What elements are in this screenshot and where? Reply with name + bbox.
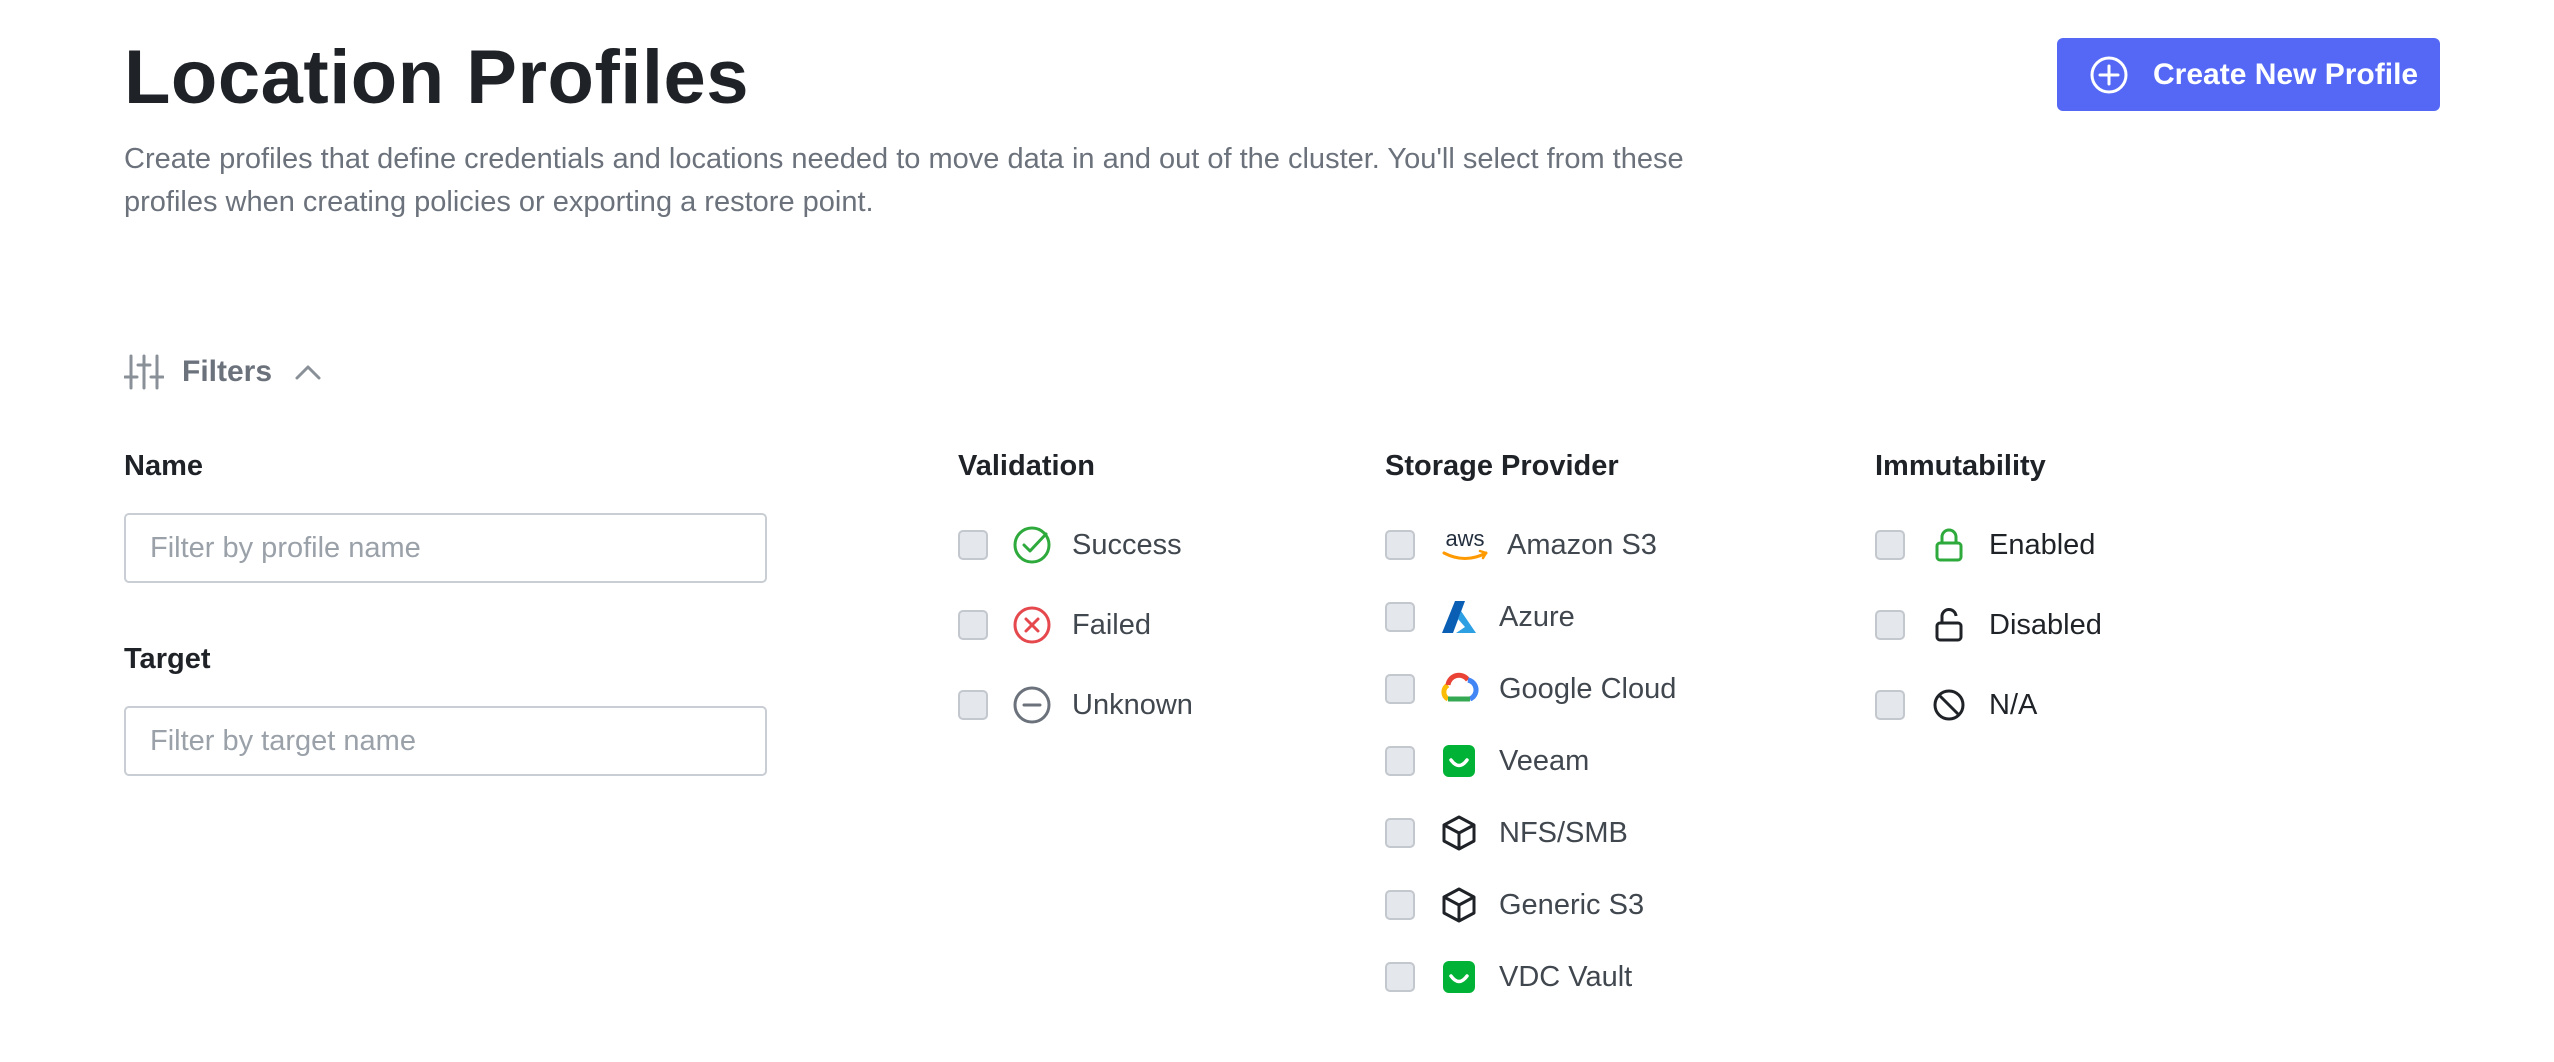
create-new-profile-button[interactable]: Create New Profile xyxy=(2057,38,2440,111)
plus-circle-icon xyxy=(2090,56,2128,93)
storage-option-amazon-s3[interactable]: aws Amazon S3 xyxy=(1385,523,1657,567)
option-label: VDC Vault xyxy=(1499,960,1633,993)
unlock-icon xyxy=(1929,605,1969,645)
immutability-option-na[interactable]: N/A xyxy=(1875,683,2037,727)
storage-option-vdc-vault[interactable]: VDC Vault xyxy=(1385,955,1632,999)
page-description: Create profiles that define credentials … xyxy=(124,143,1684,218)
name-filter-label: Name xyxy=(124,450,203,482)
option-label: NFS/SMB xyxy=(1499,816,1628,849)
sliders-icon xyxy=(124,354,164,390)
option-label: N/A xyxy=(1989,688,2038,721)
storage-option-generic-s3[interactable]: Generic S3 xyxy=(1385,883,1644,927)
option-label: Success xyxy=(1072,528,1182,561)
validation-option-success[interactable]: Success xyxy=(958,523,1182,567)
page-title: Location Profiles xyxy=(124,35,750,120)
option-label: Azure xyxy=(1499,600,1575,633)
cube-icon xyxy=(1439,813,1479,853)
storage-option-azure[interactable]: Azure xyxy=(1385,595,1575,639)
option-label: Generic S3 xyxy=(1499,888,1645,921)
option-label: Failed xyxy=(1072,608,1151,641)
checkbox[interactable] xyxy=(1385,962,1415,992)
target-filter-label: Target xyxy=(124,643,211,675)
option-label: Google Cloud xyxy=(1499,672,1677,705)
chevron-up-icon xyxy=(295,365,321,380)
option-label: Disabled xyxy=(1989,608,2102,641)
lock-icon xyxy=(1929,525,1969,565)
minus-circle-icon xyxy=(1012,685,1052,725)
checkbox[interactable] xyxy=(1385,890,1415,920)
veeam-icon xyxy=(1439,957,1479,997)
name-filter-input[interactable] xyxy=(124,513,767,583)
svg-text:aws: aws xyxy=(1445,526,1484,551)
filters-toggle[interactable]: Filters xyxy=(124,350,322,394)
checkbox[interactable] xyxy=(1875,690,1905,720)
immutability-group-title: Immutability xyxy=(1875,450,2046,482)
checkbox[interactable] xyxy=(1385,530,1415,560)
storage-option-google-cloud[interactable]: Google Cloud xyxy=(1385,667,1676,711)
immutability-option-disabled[interactable]: Disabled xyxy=(1875,603,2102,647)
option-label: Amazon S3 xyxy=(1507,528,1657,561)
filters-label: Filters xyxy=(182,355,273,388)
x-circle-icon xyxy=(1012,605,1052,645)
storage-option-veeam[interactable]: Veeam xyxy=(1385,739,1589,783)
validation-option-unknown[interactable]: Unknown xyxy=(958,683,1193,727)
validation-option-failed[interactable]: Failed xyxy=(958,603,1151,647)
checkbox[interactable] xyxy=(1385,746,1415,776)
checkbox[interactable] xyxy=(958,530,988,560)
ban-icon xyxy=(1929,685,1969,725)
checkbox[interactable] xyxy=(1875,530,1905,560)
veeam-icon xyxy=(1439,741,1479,781)
cube-icon xyxy=(1439,885,1479,925)
checkbox[interactable] xyxy=(1385,602,1415,632)
target-filter-input[interactable] xyxy=(124,706,767,776)
option-label: Unknown xyxy=(1072,688,1193,721)
google-cloud-icon xyxy=(1439,669,1479,709)
checkbox[interactable] xyxy=(958,610,988,640)
storage-provider-group-title: Storage Provider xyxy=(1385,450,1619,482)
checkbox[interactable] xyxy=(958,690,988,720)
aws-icon: aws xyxy=(1439,525,1491,565)
checkbox[interactable] xyxy=(1385,818,1415,848)
immutability-option-enabled[interactable]: Enabled xyxy=(1875,523,2095,567)
checkbox[interactable] xyxy=(1875,610,1905,640)
azure-icon xyxy=(1439,597,1479,637)
option-label: Veeam xyxy=(1499,744,1590,777)
option-label: Enabled xyxy=(1989,528,2096,561)
validation-group-title: Validation xyxy=(958,450,1095,482)
checkbox[interactable] xyxy=(1385,674,1415,704)
check-circle-icon xyxy=(1012,525,1052,565)
storage-option-nfs-smb[interactable]: NFS/SMB xyxy=(1385,811,1628,855)
create-new-profile-label: Create New Profile xyxy=(2153,57,2419,91)
